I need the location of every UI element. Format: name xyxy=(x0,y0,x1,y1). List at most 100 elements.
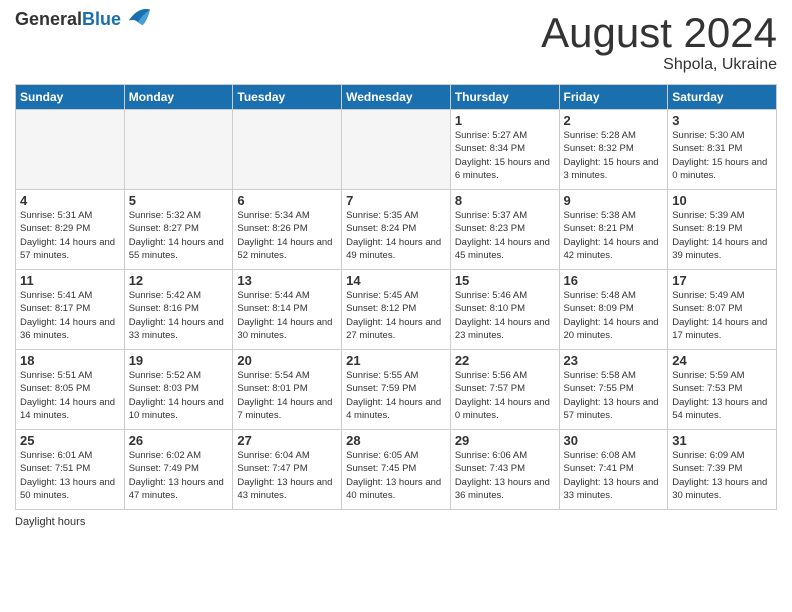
calendar-cell: 1Sunrise: 5:27 AM Sunset: 8:34 PM Daylig… xyxy=(450,110,559,190)
calendar-cell: 11Sunrise: 5:41 AM Sunset: 8:17 PM Dayli… xyxy=(16,270,125,350)
day-number: 4 xyxy=(20,193,120,208)
calendar-cell: 12Sunrise: 5:42 AM Sunset: 8:16 PM Dayli… xyxy=(124,270,233,350)
day-number: 23 xyxy=(564,353,664,368)
calendar-cell: 27Sunrise: 6:04 AM Sunset: 7:47 PM Dayli… xyxy=(233,430,342,510)
month-title: August 2024 xyxy=(541,10,777,56)
day-info: Sunrise: 6:06 AM Sunset: 7:43 PM Dayligh… xyxy=(455,449,555,502)
day-info: Sunrise: 5:59 AM Sunset: 7:53 PM Dayligh… xyxy=(672,369,772,422)
day-number: 13 xyxy=(237,273,337,288)
day-number: 7 xyxy=(346,193,446,208)
day-number: 27 xyxy=(237,433,337,448)
logo: GeneralBlue xyxy=(15,10,152,30)
calendar-cell: 5Sunrise: 5:32 AM Sunset: 8:27 PM Daylig… xyxy=(124,190,233,270)
day-number: 8 xyxy=(455,193,555,208)
calendar-week-row: 4Sunrise: 5:31 AM Sunset: 8:29 PM Daylig… xyxy=(16,190,777,270)
calendar-cell: 6Sunrise: 5:34 AM Sunset: 8:26 PM Daylig… xyxy=(233,190,342,270)
calendar-cell: 25Sunrise: 6:01 AM Sunset: 7:51 PM Dayli… xyxy=(16,430,125,510)
calendar-cell xyxy=(16,110,125,190)
day-info: Sunrise: 5:42 AM Sunset: 8:16 PM Dayligh… xyxy=(129,289,229,342)
day-number: 30 xyxy=(564,433,664,448)
day-number: 24 xyxy=(672,353,772,368)
calendar-cell: 20Sunrise: 5:54 AM Sunset: 8:01 PM Dayli… xyxy=(233,350,342,430)
calendar-week-row: 25Sunrise: 6:01 AM Sunset: 7:51 PM Dayli… xyxy=(16,430,777,510)
day-info: Sunrise: 5:46 AM Sunset: 8:10 PM Dayligh… xyxy=(455,289,555,342)
calendar-cell: 4Sunrise: 5:31 AM Sunset: 8:29 PM Daylig… xyxy=(16,190,125,270)
day-number: 17 xyxy=(672,273,772,288)
calendar-cell: 14Sunrise: 5:45 AM Sunset: 8:12 PM Dayli… xyxy=(342,270,451,350)
calendar-cell: 8Sunrise: 5:37 AM Sunset: 8:23 PM Daylig… xyxy=(450,190,559,270)
logo-general-text: GeneralBlue xyxy=(15,10,121,30)
day-number: 1 xyxy=(455,113,555,128)
calendar-cell: 9Sunrise: 5:38 AM Sunset: 8:21 PM Daylig… xyxy=(559,190,668,270)
day-info: Sunrise: 5:35 AM Sunset: 8:24 PM Dayligh… xyxy=(346,209,446,262)
day-of-week-header: Saturday xyxy=(668,85,777,110)
day-info: Sunrise: 5:39 AM Sunset: 8:19 PM Dayligh… xyxy=(672,209,772,262)
day-info: Sunrise: 5:55 AM Sunset: 7:59 PM Dayligh… xyxy=(346,369,446,422)
calendar-cell: 17Sunrise: 5:49 AM Sunset: 8:07 PM Dayli… xyxy=(668,270,777,350)
day-info: Sunrise: 5:58 AM Sunset: 7:55 PM Dayligh… xyxy=(564,369,664,422)
calendar-week-row: 1Sunrise: 5:27 AM Sunset: 8:34 PM Daylig… xyxy=(16,110,777,190)
title-block: August 2024 Shpola, Ukraine xyxy=(541,10,777,74)
day-number: 14 xyxy=(346,273,446,288)
calendar-week-row: 18Sunrise: 5:51 AM Sunset: 8:05 PM Dayli… xyxy=(16,350,777,430)
day-info: Sunrise: 5:52 AM Sunset: 8:03 PM Dayligh… xyxy=(129,369,229,422)
day-number: 6 xyxy=(237,193,337,208)
day-number: 11 xyxy=(20,273,120,288)
calendar-cell xyxy=(233,110,342,190)
calendar-cell: 21Sunrise: 5:55 AM Sunset: 7:59 PM Dayli… xyxy=(342,350,451,430)
day-number: 15 xyxy=(455,273,555,288)
day-info: Sunrise: 5:41 AM Sunset: 8:17 PM Dayligh… xyxy=(20,289,120,342)
day-info: Sunrise: 6:05 AM Sunset: 7:45 PM Dayligh… xyxy=(346,449,446,502)
day-number: 16 xyxy=(564,273,664,288)
day-info: Sunrise: 5:31 AM Sunset: 8:29 PM Dayligh… xyxy=(20,209,120,262)
day-info: Sunrise: 5:28 AM Sunset: 8:32 PM Dayligh… xyxy=(564,129,664,182)
day-info: Sunrise: 5:37 AM Sunset: 8:23 PM Dayligh… xyxy=(455,209,555,262)
calendar-cell: 30Sunrise: 6:08 AM Sunset: 7:41 PM Dayli… xyxy=(559,430,668,510)
day-info: Sunrise: 5:54 AM Sunset: 8:01 PM Dayligh… xyxy=(237,369,337,422)
page-header: GeneralBlue August 2024 Shpola, Ukraine xyxy=(15,10,777,74)
day-number: 25 xyxy=(20,433,120,448)
day-info: Sunrise: 5:34 AM Sunset: 8:26 PM Dayligh… xyxy=(237,209,337,262)
daylight-label: Daylight hours xyxy=(15,516,85,528)
day-number: 26 xyxy=(129,433,229,448)
day-number: 29 xyxy=(455,433,555,448)
day-of-week-header: Monday xyxy=(124,85,233,110)
calendar-cell: 13Sunrise: 5:44 AM Sunset: 8:14 PM Dayli… xyxy=(233,270,342,350)
day-info: Sunrise: 5:51 AM Sunset: 8:05 PM Dayligh… xyxy=(20,369,120,422)
logo-bird-icon xyxy=(124,2,152,30)
calendar-cell: 18Sunrise: 5:51 AM Sunset: 8:05 PM Dayli… xyxy=(16,350,125,430)
day-info: Sunrise: 6:02 AM Sunset: 7:49 PM Dayligh… xyxy=(129,449,229,502)
day-info: Sunrise: 5:45 AM Sunset: 8:12 PM Dayligh… xyxy=(346,289,446,342)
calendar-cell: 24Sunrise: 5:59 AM Sunset: 7:53 PM Dayli… xyxy=(668,350,777,430)
day-info: Sunrise: 5:30 AM Sunset: 8:31 PM Dayligh… xyxy=(672,129,772,182)
calendar-cell: 3Sunrise: 5:30 AM Sunset: 8:31 PM Daylig… xyxy=(668,110,777,190)
calendar-cell: 16Sunrise: 5:48 AM Sunset: 8:09 PM Dayli… xyxy=(559,270,668,350)
day-number: 12 xyxy=(129,273,229,288)
calendar-cell: 15Sunrise: 5:46 AM Sunset: 8:10 PM Dayli… xyxy=(450,270,559,350)
day-info: Sunrise: 6:04 AM Sunset: 7:47 PM Dayligh… xyxy=(237,449,337,502)
day-number: 3 xyxy=(672,113,772,128)
day-number: 5 xyxy=(129,193,229,208)
day-of-week-header: Thursday xyxy=(450,85,559,110)
day-of-week-header: Sunday xyxy=(16,85,125,110)
day-number: 19 xyxy=(129,353,229,368)
calendar-table: SundayMondayTuesdayWednesdayThursdayFrid… xyxy=(15,84,777,510)
day-info: Sunrise: 5:44 AM Sunset: 8:14 PM Dayligh… xyxy=(237,289,337,342)
calendar-cell: 2Sunrise: 5:28 AM Sunset: 8:32 PM Daylig… xyxy=(559,110,668,190)
footer: Daylight hours xyxy=(15,516,777,528)
day-number: 10 xyxy=(672,193,772,208)
day-info: Sunrise: 5:48 AM Sunset: 8:09 PM Dayligh… xyxy=(564,289,664,342)
calendar-cell xyxy=(342,110,451,190)
day-info: Sunrise: 5:56 AM Sunset: 7:57 PM Dayligh… xyxy=(455,369,555,422)
day-of-week-header: Wednesday xyxy=(342,85,451,110)
day-info: Sunrise: 6:08 AM Sunset: 7:41 PM Dayligh… xyxy=(564,449,664,502)
day-number: 2 xyxy=(564,113,664,128)
calendar-cell: 10Sunrise: 5:39 AM Sunset: 8:19 PM Dayli… xyxy=(668,190,777,270)
calendar-cell xyxy=(124,110,233,190)
day-of-week-header: Friday xyxy=(559,85,668,110)
day-info: Sunrise: 5:38 AM Sunset: 8:21 PM Dayligh… xyxy=(564,209,664,262)
calendar-cell: 19Sunrise: 5:52 AM Sunset: 8:03 PM Dayli… xyxy=(124,350,233,430)
calendar-cell: 31Sunrise: 6:09 AM Sunset: 7:39 PM Dayli… xyxy=(668,430,777,510)
calendar-week-row: 11Sunrise: 5:41 AM Sunset: 8:17 PM Dayli… xyxy=(16,270,777,350)
calendar-cell: 29Sunrise: 6:06 AM Sunset: 7:43 PM Dayli… xyxy=(450,430,559,510)
